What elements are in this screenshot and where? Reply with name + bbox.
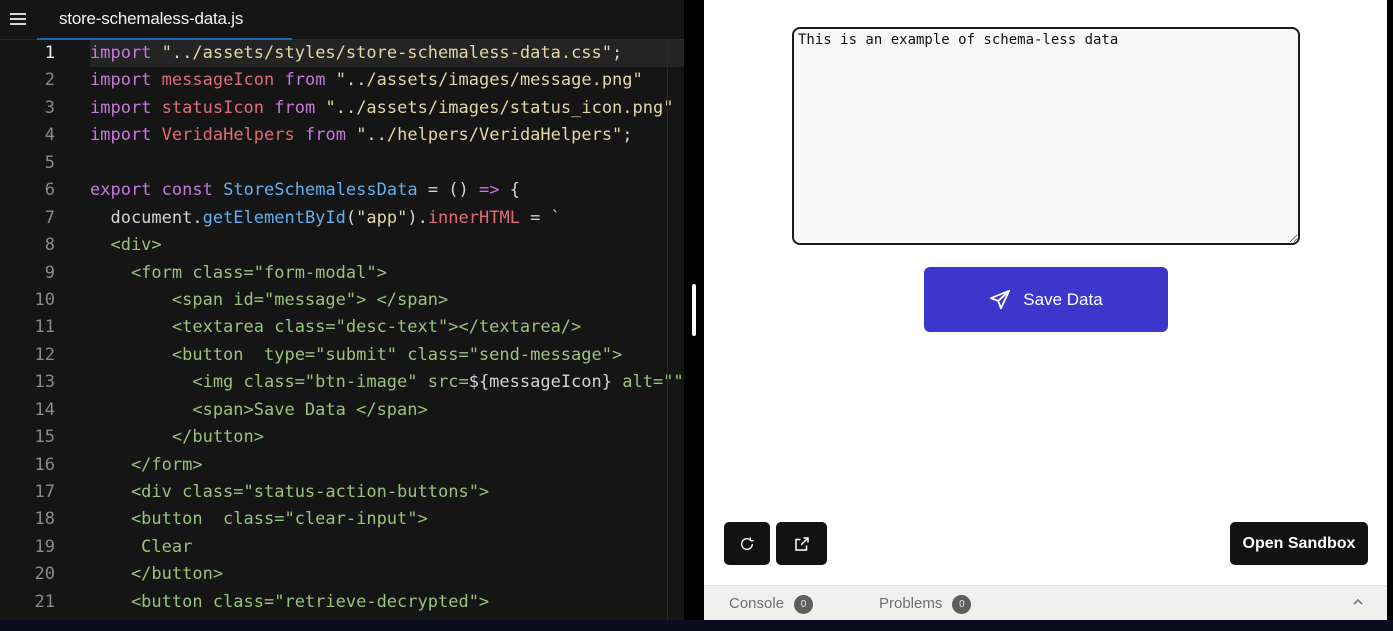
editor-tabbar: store-schemaless-data.js (0, 0, 684, 40)
line-number: 2 (44, 70, 55, 91)
open-new-window-button[interactable] (776, 522, 827, 565)
code-line[interactable]: <form class="form-modal"> (90, 260, 684, 287)
line-number-gutter: 1 2 3 4 5 6 7 8 9 10 11 12 13 14 15 16 17 18 19 20 21 (0, 40, 80, 616)
code-line[interactable]: <div> (90, 232, 684, 259)
code-line[interactable]: <img class="btn-image" src=${messageIcon… (90, 369, 684, 396)
line-number: 8 (44, 235, 55, 256)
line-number: 15 (34, 427, 55, 448)
chevron-up-icon[interactable] (1352, 596, 1364, 608)
line-number: 20 (34, 564, 55, 585)
code-line[interactable]: Clear (90, 534, 684, 561)
right-edge-bar (1387, 0, 1393, 620)
problems-tab[interactable]: Problems 0 (879, 586, 972, 621)
print-margin-line (667, 40, 668, 620)
window-bottom-strip (0, 620, 1393, 631)
refresh-icon (741, 536, 754, 550)
line-number: 4 (44, 125, 55, 146)
console-bar: Console 0 Problems 0 (704, 585, 1387, 620)
file-tab[interactable]: store-schemaless-data.js (37, 0, 292, 40)
code-line[interactable]: export const StoreSchemalessData = () =>… (90, 177, 684, 204)
code-content[interactable]: import "../assets/styles/store-schemales… (90, 40, 684, 616)
problems-label: Problems (879, 595, 943, 612)
code-line[interactable] (90, 150, 684, 177)
code-line[interactable]: <span id="message"> </span> (90, 287, 684, 314)
code-line[interactable]: </button> (90, 561, 684, 588)
line-number: 7 (44, 207, 55, 228)
console-tab[interactable]: Console 0 (729, 586, 814, 621)
line-number: 21 (34, 591, 55, 612)
code-line[interactable]: <button class="retrieve-decrypted"> (90, 589, 684, 616)
code-line[interactable]: <div class="status-action-buttons"> (90, 479, 684, 506)
line-number: 9 (44, 262, 55, 283)
preview-pane: Save Data Open Sandbox (704, 0, 1387, 585)
line-number: 3 (44, 97, 55, 118)
description-textarea[interactable] (792, 27, 1300, 245)
line-number: 11 (34, 317, 55, 338)
refresh-button[interactable] (724, 522, 770, 565)
line-number: 12 (34, 344, 55, 365)
code-line[interactable]: document.getElementById("app").innerHTML… (90, 205, 684, 232)
open-sandbox-button[interactable]: Open Sandbox (1230, 522, 1368, 565)
line-number: 16 (34, 454, 55, 475)
save-data-label: Save Data (1023, 289, 1103, 309)
line-number: 18 (34, 509, 55, 530)
code-line[interactable]: import VeridaHelpers from "../helpers/Ve… (90, 122, 684, 149)
line-number: 1 (44, 43, 55, 63)
console-count-badge: 0 (794, 594, 814, 614)
line-number: 6 (44, 180, 55, 201)
line-number: 5 (44, 152, 55, 173)
problems-count-badge: 0 (952, 594, 972, 614)
code-line[interactable]: <button type="submit" class="send-messag… (90, 342, 684, 369)
external-link-icon (794, 536, 809, 551)
send-icon (990, 289, 1011, 309)
resize-handle[interactable] (692, 284, 696, 336)
code-line[interactable]: import "../assets/styles/store-schemales… (90, 40, 684, 68)
line-number: 13 (34, 372, 55, 393)
console-label: Console (729, 595, 785, 612)
code-line[interactable]: </button> (90, 424, 684, 451)
code-line[interactable]: <span>Save Data </span> (90, 397, 684, 424)
code-line[interactable]: <textarea class="desc-text"></textarea/> (90, 314, 684, 341)
line-number: 14 (34, 399, 55, 420)
code-editor[interactable]: store-schemaless-data.js 1 2 3 4 5 6 7 8 9 10 11 12… (0, 0, 684, 620)
save-data-button[interactable]: Save Data (924, 267, 1168, 332)
code-line[interactable]: </form> (90, 452, 684, 479)
code-line[interactable]: import statusIcon from "../assets/images… (90, 95, 684, 122)
line-number: 10 (34, 289, 55, 310)
code-line[interactable]: <button class="clear-input"> (90, 506, 684, 533)
code-line[interactable]: import messageIcon from "../assets/image… (90, 67, 684, 94)
hamburger-menu-icon[interactable] (8, 10, 28, 28)
line-number: 17 (34, 482, 55, 502)
line-number: 19 (34, 536, 55, 557)
